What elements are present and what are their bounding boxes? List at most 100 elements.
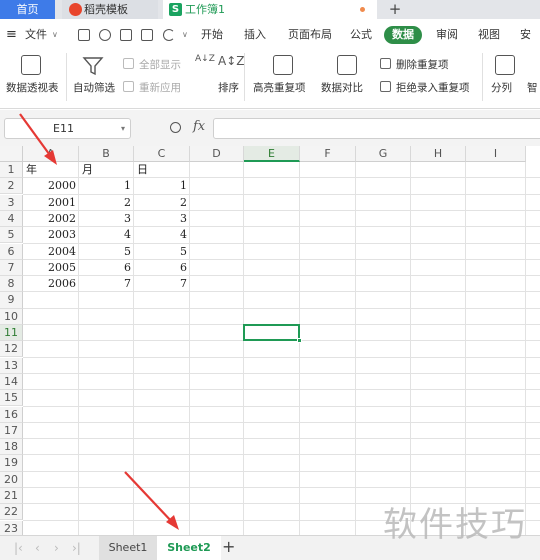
cell-header[interactable]: 月	[79, 162, 134, 178]
table-cell[interactable]: 7	[134, 276, 190, 292]
row-header-21[interactable]: 21	[0, 488, 23, 505]
undo-dropdown-icon[interactable]: ∨	[182, 21, 188, 49]
fill-handle[interactable]	[297, 338, 302, 344]
table-cell[interactable]: 2005	[23, 260, 79, 276]
first-sheet-icon[interactable]: |‹	[14, 541, 23, 555]
menu-start[interactable]: 开始	[201, 21, 223, 49]
cell-header[interactable]: 日	[134, 162, 190, 178]
table-cell[interactable]: 3	[79, 211, 134, 227]
show-all-button[interactable]: 全部显示	[139, 57, 181, 72]
column-header-d[interactable]: D	[190, 146, 244, 162]
chevron-down-icon[interactable]: ▾	[121, 119, 125, 138]
table-cell[interactable]: 5	[79, 244, 134, 260]
table-cell[interactable]: 6	[79, 260, 134, 276]
row-header-23[interactable]: 23	[0, 520, 23, 535]
prev-sheet-icon[interactable]: ‹	[35, 541, 40, 555]
row-header-4[interactable]: 4	[0, 210, 23, 228]
table-cell[interactable]: 2	[134, 195, 190, 211]
row-header-9[interactable]: 9	[0, 292, 23, 309]
data-compare-icon[interactable]	[337, 55, 357, 75]
split-columns-icon[interactable]	[495, 55, 515, 75]
row-header-1[interactable]: 1	[0, 162, 23, 179]
row-header-10[interactable]: 10	[0, 308, 23, 325]
sort-desc-icon[interactable]: A↕Z	[218, 54, 244, 68]
table-cell[interactable]: 5	[134, 244, 190, 260]
save-icon[interactable]	[78, 29, 90, 41]
row-header-12[interactable]: 12	[0, 341, 23, 358]
last-sheet-icon[interactable]: ›|	[72, 541, 81, 555]
smart-fill-button[interactable]: 智	[527, 80, 538, 95]
row-header-11[interactable]: 11	[0, 325, 23, 342]
row-header-2[interactable]: 2	[0, 178, 23, 195]
row-header-5[interactable]: 5	[0, 227, 23, 244]
column-header-c[interactable]: C	[134, 146, 190, 162]
highlight-duplicates-icon[interactable]	[273, 55, 293, 75]
row-header-17[interactable]: 17	[0, 422, 23, 439]
menu-formula[interactable]: 公式	[350, 21, 372, 49]
sheet-tab-sheet1[interactable]: Sheet1	[99, 536, 157, 560]
menu-insert[interactable]: 插入	[244, 21, 266, 49]
row-header-14[interactable]: 14	[0, 373, 23, 391]
active-cell[interactable]	[243, 324, 302, 344]
column-header-a[interactable]: A	[23, 146, 79, 162]
format-painter-icon[interactable]	[99, 29, 111, 41]
menu-page-layout[interactable]: 页面布局	[288, 21, 332, 49]
next-sheet-icon[interactable]: ›	[54, 541, 59, 555]
row-header-19[interactable]: 19	[0, 455, 23, 472]
reject-duplicates-button[interactable]: 拒绝录入重复项	[396, 80, 470, 95]
tab-workbook[interactable]: S 工作簿1	[163, 0, 377, 19]
row-header-20[interactable]: 20	[0, 471, 23, 488]
table-cell[interactable]: 2	[79, 195, 134, 211]
sort-asc-icon[interactable]: A↓Z	[195, 54, 215, 64]
row-header-3[interactable]: 3	[0, 194, 23, 211]
table-cell[interactable]: 4	[79, 227, 134, 243]
table-cell[interactable]: 2004	[23, 244, 79, 260]
menu-security[interactable]: 安全	[520, 21, 540, 69]
column-header-f[interactable]: F	[300, 146, 356, 162]
reapply-button[interactable]: 重新应用	[139, 80, 181, 95]
fx-icon[interactable]: fx	[193, 119, 205, 134]
table-cell[interactable]: 6	[134, 260, 190, 276]
sort-button[interactable]: 排序	[218, 80, 239, 95]
row-header-8[interactable]: 8	[0, 276, 23, 293]
print-icon[interactable]	[120, 29, 132, 41]
column-header-g[interactable]: G	[356, 146, 411, 162]
new-tab-button[interactable]: +	[385, 0, 405, 19]
worksheet-grid[interactable]: A B C D E F G H I 1 2 3 4 5 6 7 8 9 10 11 12 13 14 15 16 17 18 19 20…	[0, 146, 540, 535]
table-cell[interactable]: 4	[134, 227, 190, 243]
table-cell[interactable]: 2003	[23, 227, 79, 243]
pivot-table-button[interactable]: 数据透视表	[6, 80, 59, 95]
table-cell[interactable]: 3	[134, 211, 190, 227]
menu-view[interactable]: 视图	[478, 21, 500, 49]
undo-icon[interactable]	[163, 29, 175, 41]
name-box[interactable]: E11 ▾	[4, 118, 131, 139]
remove-duplicates-button[interactable]: 删除重复项	[396, 57, 449, 72]
column-header-h[interactable]: H	[411, 146, 466, 162]
hamburger-icon[interactable]: ≡	[6, 21, 17, 49]
table-cell[interactable]: 2002	[23, 211, 79, 227]
split-columns-button[interactable]: 分列	[491, 80, 512, 95]
table-cell[interactable]: 1	[79, 178, 134, 194]
sheet-tab-sheet2[interactable]: Sheet2	[157, 536, 221, 560]
data-compare-button[interactable]: 数据对比	[321, 80, 363, 95]
row-header-7[interactable]: 7	[0, 259, 23, 276]
table-cell[interactable]: 7	[79, 276, 134, 292]
tab-home[interactable]: 首页	[0, 0, 55, 19]
pivot-table-icon[interactable]	[21, 55, 41, 75]
column-header-e[interactable]: E	[244, 146, 300, 162]
menu-review[interactable]: 审阅	[436, 21, 458, 49]
print-preview-icon[interactable]	[141, 29, 153, 41]
zoom-search-icon[interactable]	[170, 122, 181, 133]
menu-data[interactable]: 数据	[384, 26, 422, 44]
formula-input[interactable]	[213, 118, 540, 139]
row-header-15[interactable]: 15	[0, 390, 23, 407]
row-header-6[interactable]: 6	[0, 243, 23, 260]
column-header-b[interactable]: B	[79, 146, 134, 162]
column-header-i[interactable]: I	[466, 146, 526, 162]
table-cell[interactable]: 2006	[23, 276, 79, 292]
row-header-22[interactable]: 22	[0, 504, 23, 521]
add-sheet-icon[interactable]: +	[222, 537, 235, 556]
auto-filter-button[interactable]: 自动筛选	[73, 80, 115, 95]
menu-file[interactable]: 文件	[25, 21, 47, 49]
chevron-down-icon[interactable]: ∨	[52, 21, 58, 49]
